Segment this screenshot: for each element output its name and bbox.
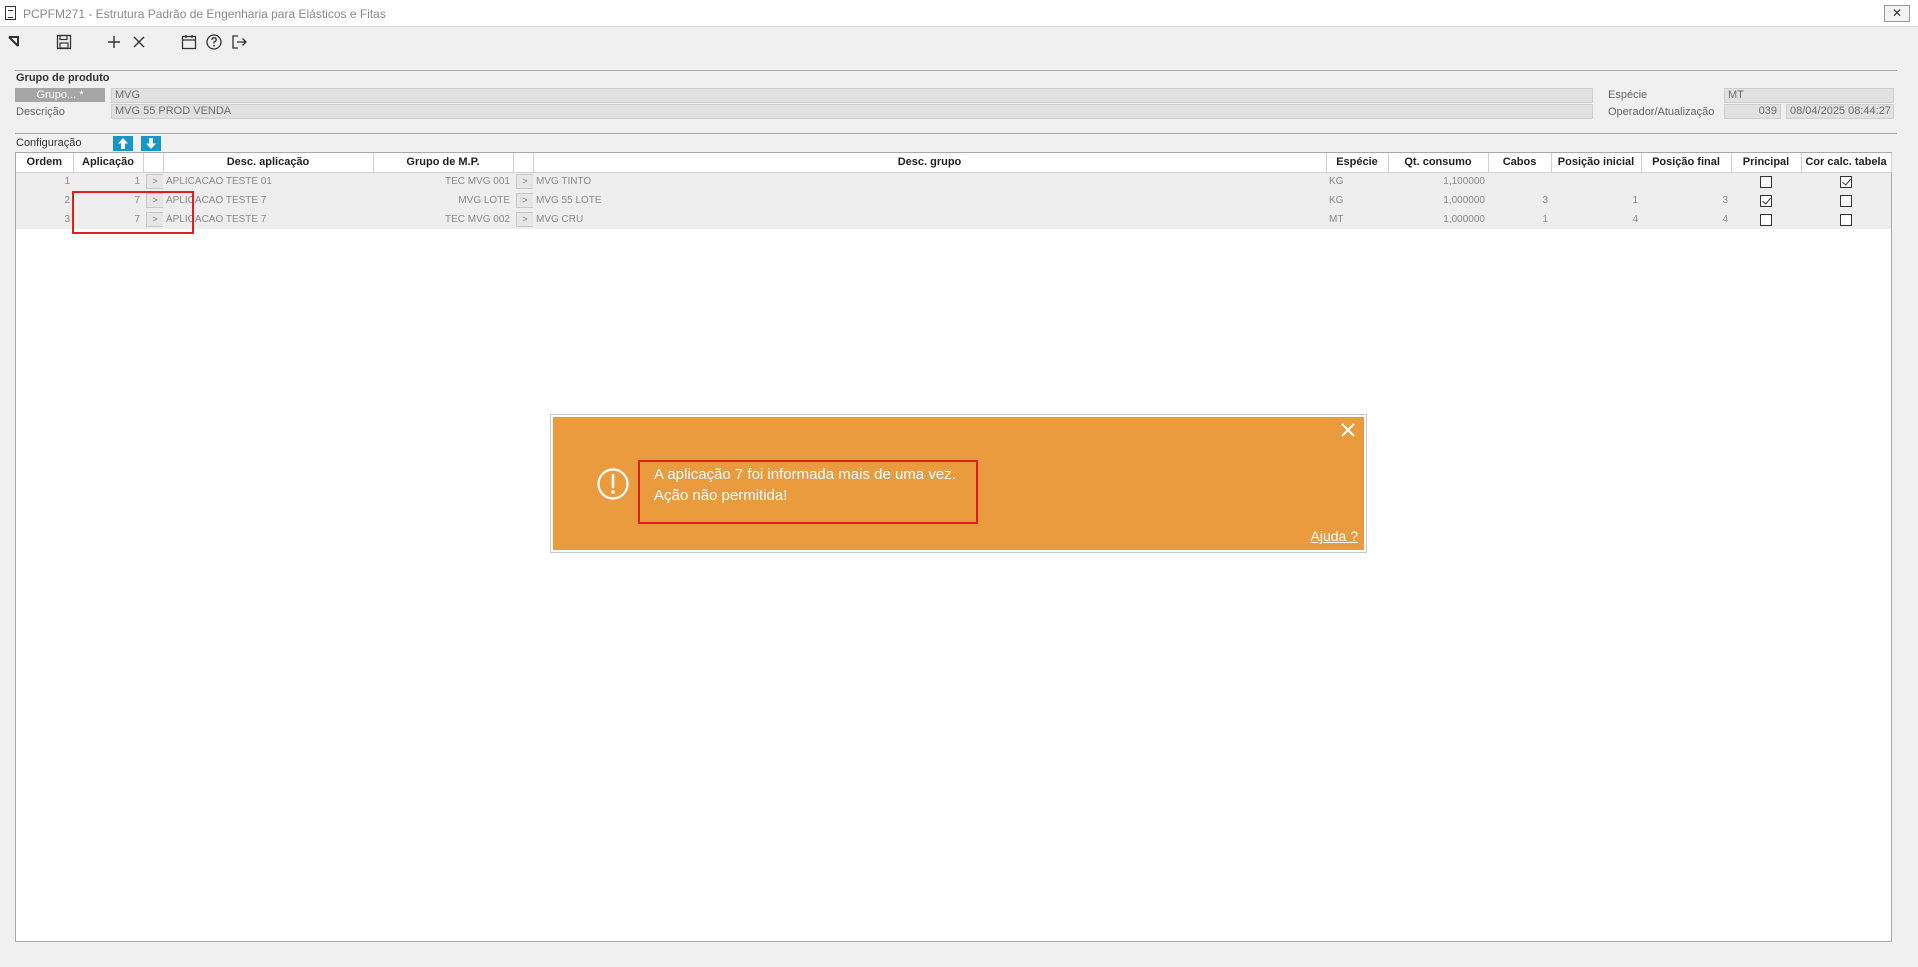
principal-checkbox[interactable] [1760,194,1772,207]
grupo-mp-lookup-button[interactable]: > [516,193,533,208]
cell-cabos[interactable]: 1 [1488,210,1551,229]
cor-calc-checkbox[interactable] [1840,175,1852,188]
help-icon[interactable] [203,32,225,52]
col-header-btn2 [513,153,534,173]
especie-field[interactable]: MT [1724,88,1894,103]
operador-atualizacao-label: Operador/Atualização [1608,106,1715,118]
grupo-field[interactable]: MVG [111,88,1593,103]
cell-especie: KG [1326,172,1388,191]
cell-qt-consumo[interactable]: 1,000000 [1388,210,1488,229]
section-divider [15,133,1897,134]
cell-grupo-mp[interactable]: TEC MVG 002 [373,210,513,229]
col-header-btn [143,153,164,173]
exit-icon[interactable] [228,32,250,52]
cell-posicao-inicial[interactable] [1551,172,1641,191]
cell-grupo-mp[interactable]: MVG LOTE [373,191,513,210]
move-down-button[interactable] [141,136,161,151]
warning-icon [597,468,629,500]
descricao-field[interactable]: MVG 55 PROD VENDA [111,104,1593,119]
grupo-produto-label: Grupo de produto [16,72,110,84]
delete-icon[interactable] [128,32,150,52]
cell-cabos[interactable]: 3 [1488,191,1551,210]
grid-table: Ordem Aplicação Desc. aplicação Grupo de… [16,153,1892,229]
col-header-grupo-mp[interactable]: Grupo de M.P. [373,153,514,173]
nav-icon[interactable] [4,32,26,52]
cell-especie: KG [1326,191,1388,210]
atualizacao-field[interactable]: 08/04/2025 08:44:27 [1786,104,1894,119]
principal-checkbox[interactable] [1760,213,1772,226]
add-icon[interactable] [103,32,125,52]
col-header-cor-calc-tabela[interactable]: Cor calc. tabela [1801,153,1892,173]
table-row[interactable]: 2 7 > APLICACAO TESTE 7 MVG LOTE > MVG 5… [16,191,1891,210]
cell-posicao-inicial[interactable]: 4 [1551,210,1641,229]
aplicacao-lookup-button[interactable]: > [146,174,163,190]
document-icon [5,6,16,20]
cell-posicao-inicial[interactable]: 1 [1551,191,1641,210]
cell-ordem: 3 [16,210,73,229]
cell-desc-grupo: MVG 55 LOTE [533,191,1326,210]
configuracao-label: Configuração [16,137,82,149]
grupo-mp-lookup-button[interactable]: > [516,174,533,190]
cell-ordem: 1 [16,172,73,191]
especie-label: Espécie [1608,89,1648,101]
col-header-aplicacao[interactable]: Aplicação [73,153,144,173]
table-row[interactable]: 3 7 > APLICACAO TESTE 7 TEC MVG 002 > MV… [16,210,1891,229]
cell-posicao-final[interactable]: 3 [1641,191,1731,210]
cell-ordem: 2 [16,191,73,210]
arrow-up-icon [118,138,128,149]
col-header-cabos[interactable]: Cabos [1488,153,1552,173]
move-up-button[interactable] [113,136,133,151]
title-bar: PCPFM271 - Estrutura Padrão de Engenhari… [0,0,1918,27]
message-highlight [638,460,978,524]
cell-cabos[interactable] [1488,172,1551,191]
cor-calc-checkbox[interactable] [1840,194,1852,207]
col-header-desc-aplicacao[interactable]: Desc. aplicação [163,153,374,173]
principal-checkbox[interactable] [1760,175,1772,188]
col-header-desc-grupo[interactable]: Desc. grupo [533,153,1327,173]
save-icon[interactable] [53,32,75,52]
cell-grupo-mp[interactable]: TEC MVG 001 [373,172,513,191]
operador-field[interactable]: 039 [1724,104,1781,119]
section-divider [15,70,1897,71]
cell-posicao-final[interactable] [1641,172,1731,191]
cell-qt-consumo[interactable]: 1,000000 [1388,191,1488,210]
col-header-posicao-final[interactable]: Posição final [1641,153,1732,173]
close-icon[interactable] [1340,422,1356,438]
cor-calc-checkbox[interactable] [1840,213,1852,226]
window-close-button[interactable]: ✕ [1884,5,1910,22]
cell-desc-aplicacao: APLICACAO TESTE 7 [163,210,373,229]
col-header-posicao-inicial[interactable]: Posição inicial [1551,153,1642,173]
cell-posicao-final[interactable]: 4 [1641,210,1731,229]
grupo-mp-lookup-button[interactable]: > [516,212,533,227]
cell-aplicacao[interactable]: 1 [73,172,143,191]
col-header-especie[interactable]: Espécie [1326,153,1389,173]
grupo-lookup-button[interactable]: Grupo... * [15,88,105,102]
cell-desc-grupo: MVG CRU [533,210,1326,229]
grid-header-row: Ordem Aplicação Desc. aplicação Grupo de… [16,153,1892,173]
cell-desc-aplicacao: APLICACAO TESTE 7 [163,191,373,210]
arrow-down-icon [146,138,156,149]
window-title: PCPFM271 - Estrutura Padrão de Engenhari… [23,7,386,21]
col-header-principal[interactable]: Principal [1731,153,1802,173]
toolbar [0,28,1918,56]
help-link[interactable]: Ajuda ? [1311,528,1358,544]
duplicate-highlight [72,191,194,234]
descricao-label: Descrição [16,106,65,118]
cell-desc-aplicacao: APLICACAO TESTE 01 [163,172,373,191]
cell-qt-consumo[interactable]: 1,100000 [1388,172,1488,191]
table-row[interactable]: 1 1 > APLICACAO TESTE 01 TEC MVG 001 > M… [16,172,1891,191]
col-header-qt-consumo[interactable]: Qt. consumo [1388,153,1489,173]
cell-especie: MT [1326,210,1388,229]
col-header-ordem[interactable]: Ordem [16,153,74,173]
calendar-icon[interactable] [178,32,200,52]
cell-desc-grupo: MVG TINTO [533,172,1326,191]
